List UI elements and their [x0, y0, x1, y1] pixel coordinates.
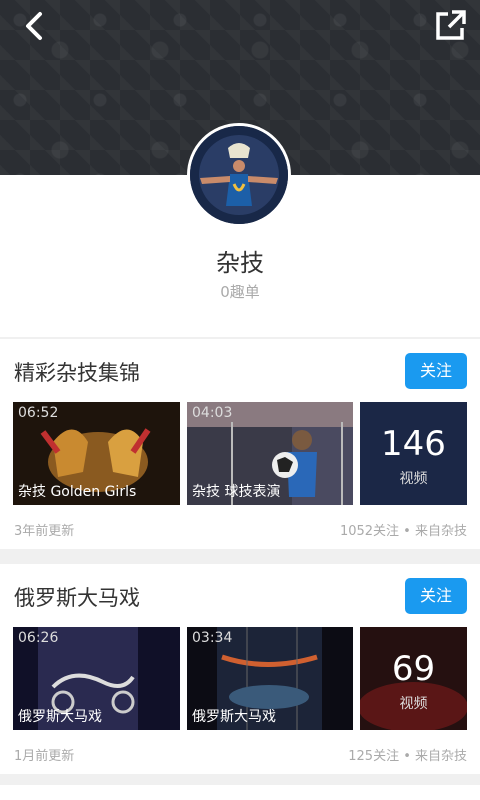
video-thumbnail[interactable]: 04:03 杂技 球技表演	[187, 402, 353, 505]
video-count: 146	[381, 424, 446, 464]
video-duration: 03:34	[192, 630, 233, 646]
next-card-peek	[0, 785, 480, 800]
video-duration: 06:26	[18, 630, 59, 646]
card-title: 精彩杂技集锦	[14, 361, 140, 385]
video-caption: 俄罗斯大马戏	[18, 709, 102, 725]
video-count-label: 视频	[399, 696, 428, 712]
video-thumbnail[interactable]: 06:26 俄罗斯大马戏	[13, 627, 180, 730]
updated-time: 1月前更新	[14, 749, 75, 764]
external-link-icon	[436, 10, 466, 40]
back-button[interactable]	[18, 10, 54, 46]
profile-count: 0趣单	[220, 283, 260, 301]
video-count: 69	[391, 649, 436, 689]
card-title: 俄罗斯大马戏	[14, 586, 140, 610]
card-meta: 1052关注 • 来自杂技	[339, 524, 467, 539]
playlist-card[interactable]: 俄罗斯大马戏 关注 06:26 俄罗斯大马戏 03:34 俄罗斯大马戏 69 视…	[0, 564, 480, 774]
more-videos-tile[interactable]: 146 视频	[360, 402, 467, 505]
updated-time: 3年前更新	[14, 524, 75, 539]
video-count-label: 视频	[399, 471, 428, 487]
video-caption: 杂技 球技表演	[192, 484, 281, 500]
avatar	[187, 123, 291, 227]
video-caption: 杂技 Golden Girls	[18, 484, 137, 500]
more-videos-tile[interactable]: 69 视频	[360, 627, 467, 730]
video-duration: 04:03	[192, 405, 233, 421]
video-thumbnail[interactable]: 03:34 俄罗斯大马戏	[187, 627, 353, 730]
profile-name: 杂技	[216, 249, 264, 277]
card-meta: 125关注 • 来自杂技	[348, 749, 467, 764]
follow-button[interactable]: 关注	[405, 578, 467, 614]
share-button[interactable]	[434, 8, 468, 42]
video-thumbnail[interactable]: 06:52 杂技 Golden Girls	[13, 402, 180, 505]
playlist-card[interactable]: 精彩杂技集锦 关注 06:52 杂技 Golden Girls 04:03 杂技…	[0, 339, 480, 549]
video-caption: 俄罗斯大马戏	[192, 709, 276, 725]
video-duration: 06:52	[18, 405, 59, 421]
chevron-left-icon	[26, 12, 42, 40]
follow-button[interactable]: 关注	[405, 353, 467, 389]
